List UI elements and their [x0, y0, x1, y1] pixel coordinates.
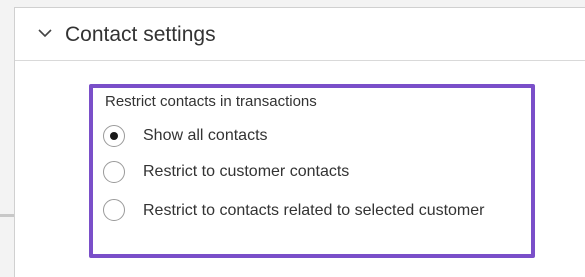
radio-option-customer-contacts[interactable]: Restrict to customer contacts: [103, 161, 513, 183]
section-header[interactable]: Contact settings: [15, 8, 585, 61]
radio-button[interactable]: [103, 199, 125, 221]
left-divider: [0, 214, 14, 217]
radio-label: Restrict to customer contacts: [143, 163, 350, 180]
radio-option-show-all[interactable]: Show all contacts: [103, 125, 513, 147]
chevron-down-icon[interactable]: [37, 26, 53, 40]
radio-label: Show all contacts: [143, 127, 268, 144]
radio-button[interactable]: [103, 161, 125, 183]
radio-option-related-to-customer[interactable]: Restrict to contacts related to selected…: [103, 199, 518, 224]
restrict-contacts-label: Restrict contacts in transactions: [105, 93, 317, 110]
radio-label: Restrict to contacts related to selected…: [143, 202, 485, 219]
radio-button-checked[interactable]: [103, 125, 125, 147]
section-title: Contact settings: [65, 23, 216, 46]
